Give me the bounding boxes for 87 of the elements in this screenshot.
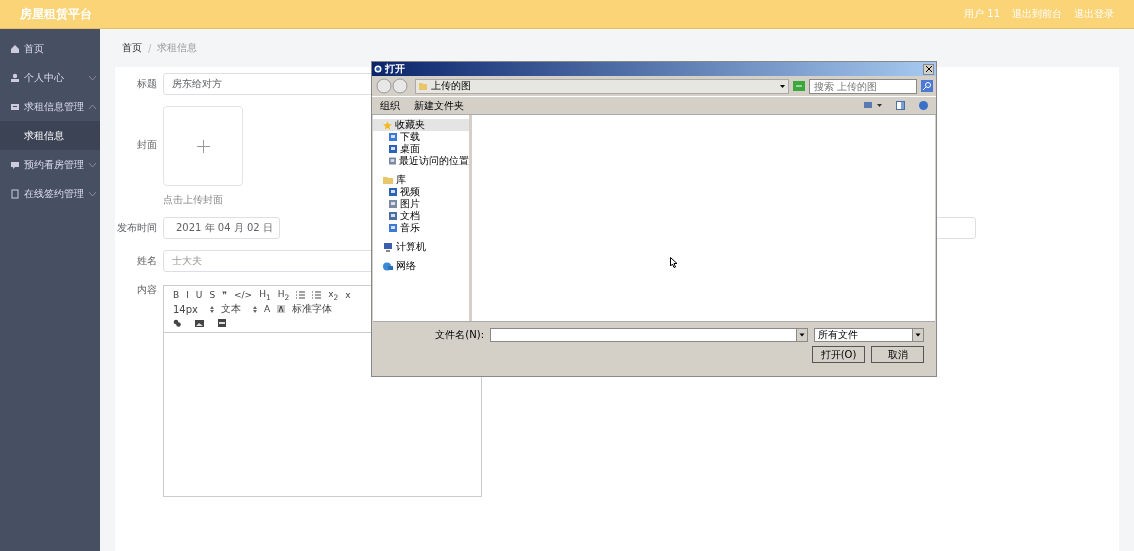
link-icon[interactable] bbox=[173, 319, 181, 327]
dropdown-button[interactable] bbox=[796, 329, 807, 341]
plus-icon bbox=[196, 139, 210, 153]
chat-icon bbox=[10, 159, 20, 170]
toolbar-button[interactable]: 标准字体 bbox=[292, 302, 333, 316]
tree-item[interactable]: 网络 bbox=[373, 260, 469, 272]
breadcrumb-link[interactable]: 首页 bbox=[122, 41, 142, 55]
item-icon bbox=[389, 133, 397, 141]
toolbar-button[interactable]: H$_{2}$ bbox=[277, 288, 290, 302]
address-bar[interactable]: 上传的图 bbox=[415, 78, 789, 94]
upload-hint: 点击上传封面 bbox=[163, 193, 223, 207]
tree-item[interactable]: 库 bbox=[373, 174, 469, 186]
toolbar-button[interactable]: S bbox=[209, 290, 216, 300]
toolbar-button[interactable]: B bbox=[173, 290, 180, 300]
card-icon bbox=[10, 101, 20, 112]
phone-icon bbox=[10, 188, 20, 199]
search-field[interactable]: 搜索 上传的图 bbox=[809, 78, 917, 94]
sort-arrows-icon bbox=[253, 305, 257, 313]
toolbar-button[interactable]: x$_{2}$ bbox=[328, 288, 339, 302]
new-folder-button[interactable]: 新建文件夹 bbox=[414, 98, 464, 113]
cancel-button[interactable]: 取消 bbox=[871, 346, 924, 363]
file-type-select[interactable]: 所有文件 bbox=[814, 328, 924, 342]
sidebar-item[interactable]: 个人中心 bbox=[0, 63, 100, 92]
sidebar-item[interactable]: 首页 bbox=[0, 34, 100, 63]
field-label: 姓名 bbox=[136, 254, 157, 268]
item-icon bbox=[389, 157, 396, 165]
toolbar-button[interactable]: U bbox=[195, 290, 203, 300]
dropdown-icon[interactable] bbox=[780, 84, 785, 88]
organize-menu[interactable]: 组织 bbox=[380, 98, 400, 113]
video-icon[interactable] bbox=[218, 319, 226, 327]
tree-item[interactable]: 文档 bbox=[373, 210, 469, 222]
dropdown-button[interactable] bbox=[912, 329, 923, 341]
view-icon[interactable] bbox=[864, 101, 882, 110]
computer-icon bbox=[383, 242, 393, 252]
ordered-list-icon[interactable] bbox=[296, 291, 306, 299]
field-label: 封面 bbox=[136, 138, 157, 152]
toolbar-button[interactable]: ❞ bbox=[222, 290, 227, 300]
home-icon bbox=[10, 43, 20, 54]
sort-arrows-icon bbox=[210, 305, 214, 313]
star-icon bbox=[383, 120, 392, 130]
preview-pane-icon[interactable] bbox=[896, 101, 905, 110]
cursor-icon bbox=[670, 257, 678, 268]
app-icon bbox=[374, 65, 382, 73]
tree-item[interactable]: 下载 bbox=[373, 131, 469, 143]
toolbar-select[interactable]: 14px bbox=[173, 303, 214, 315]
toolbar-button[interactable]: H$_{1}$ bbox=[259, 288, 271, 302]
breadcrumb-separator: / bbox=[148, 42, 152, 54]
user-icon bbox=[10, 72, 20, 83]
item-icon bbox=[389, 188, 397, 196]
item-icon bbox=[389, 224, 397, 232]
search-icon[interactable] bbox=[921, 80, 933, 92]
field-label: 标题 bbox=[136, 77, 157, 91]
folder-icon bbox=[419, 82, 427, 90]
app-title: 房屋租赁平台 bbox=[20, 5, 92, 23]
sidebar-subitem[interactable]: 求租信息 bbox=[0, 121, 100, 150]
item-icon bbox=[389, 145, 397, 153]
toolbar-button[interactable]: </> bbox=[234, 290, 253, 300]
tree-item[interactable]: 音乐 bbox=[373, 222, 469, 234]
field-label: 内容 bbox=[136, 283, 157, 297]
tree-item[interactable]: 视频 bbox=[373, 186, 469, 198]
item-icon bbox=[389, 212, 397, 220]
image-icon[interactable] bbox=[195, 319, 204, 327]
tree-item[interactable]: 桌面 bbox=[373, 143, 469, 155]
toolbar-select[interactable]: 文本 bbox=[221, 302, 257, 316]
tree-item[interactable]: 收藏夹 bbox=[373, 119, 469, 131]
filename-field[interactable] bbox=[490, 328, 808, 342]
folder-icon bbox=[383, 176, 393, 184]
item-icon bbox=[389, 200, 397, 208]
open-button[interactable]: 打开(O) bbox=[812, 346, 865, 363]
field-label: 发布时间 bbox=[116, 221, 157, 235]
toolbar-button[interactable]: I bbox=[186, 290, 189, 300]
close-button[interactable] bbox=[923, 63, 934, 75]
date-field[interactable]: 2021 年 04 月 02 日 bbox=[163, 217, 280, 239]
breadcrumb-current: 求租信息 bbox=[157, 41, 198, 55]
dialog-title: 打开 bbox=[385, 62, 405, 76]
sidebar-item[interactable]: 求租信息管理 bbox=[0, 92, 100, 121]
bullet-list-icon[interactable] bbox=[312, 291, 322, 299]
toolbar-button[interactable]: A bbox=[264, 304, 271, 314]
highlight-icon[interactable] bbox=[277, 305, 286, 313]
tree-item[interactable]: 最近访问的位置 bbox=[373, 155, 469, 167]
tree-item[interactable]: 计算机 bbox=[373, 241, 469, 253]
sidebar-item[interactable]: 预约看房管理 bbox=[0, 150, 100, 179]
sidebar-item[interactable]: 在线签约管理 bbox=[0, 179, 100, 208]
toolbar-button[interactable]: x bbox=[345, 290, 351, 300]
globe-icon bbox=[383, 261, 393, 271]
filename-label: 文件名(N): bbox=[435, 328, 484, 342]
tree-item[interactable]: 图片 bbox=[373, 198, 469, 210]
